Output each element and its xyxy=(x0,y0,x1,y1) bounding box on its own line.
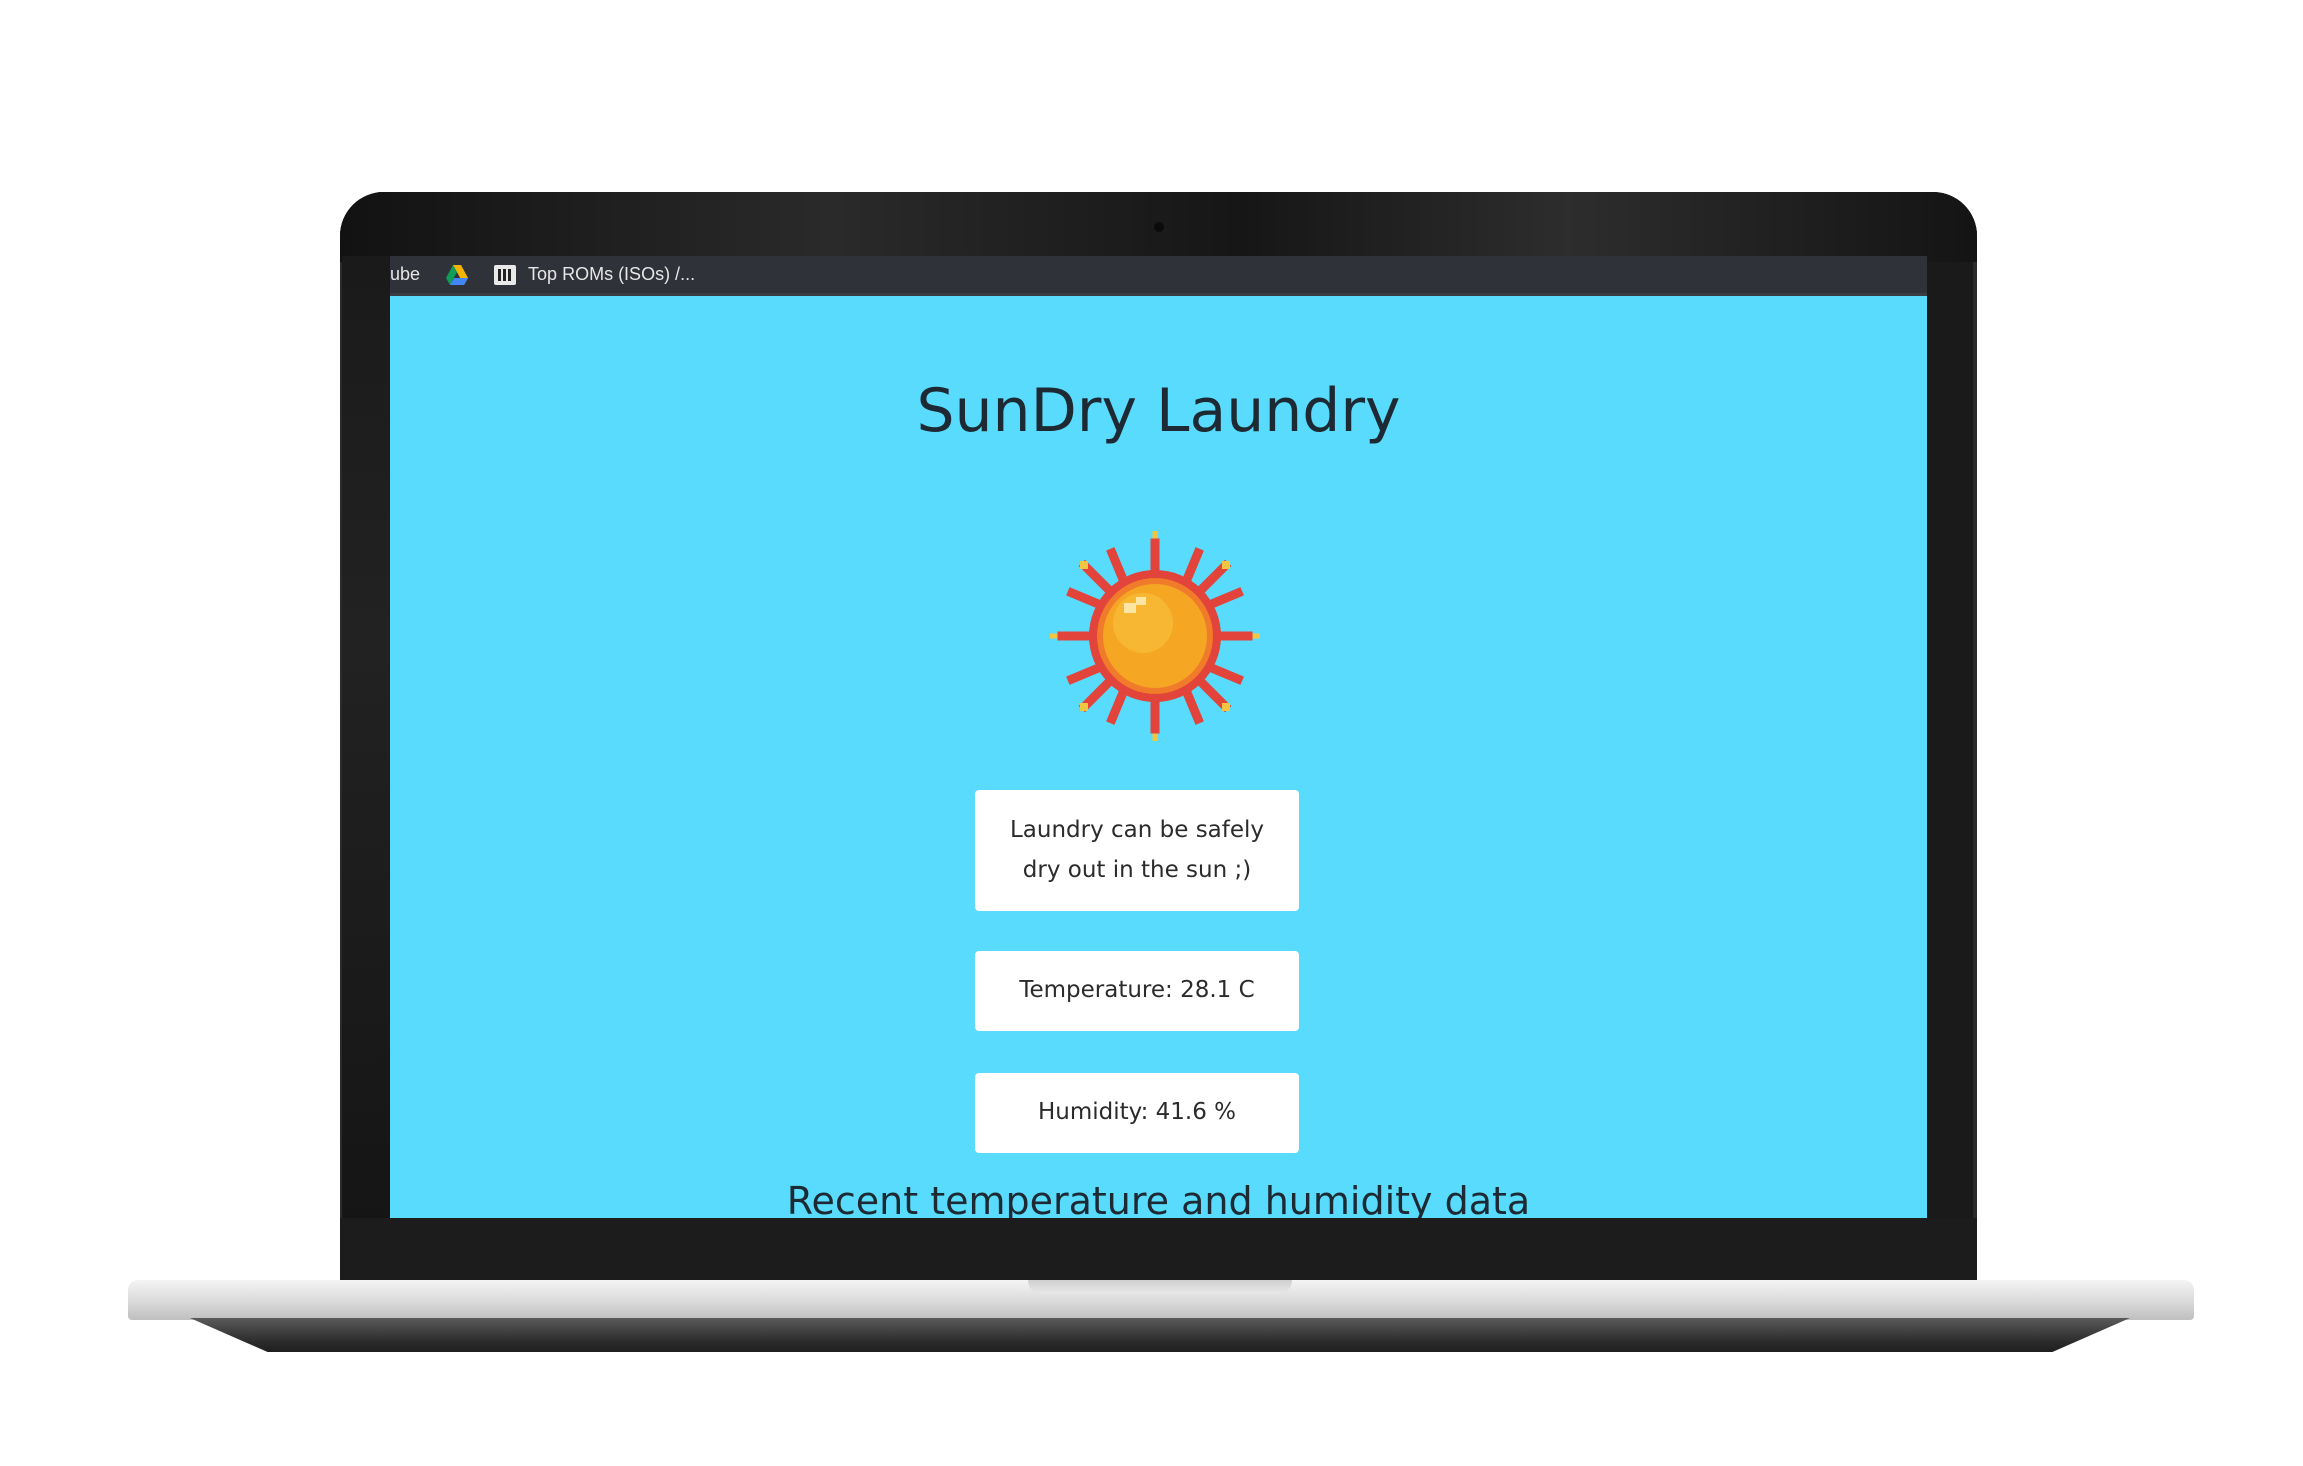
laptop-hinge-notch xyxy=(1028,1280,1292,1294)
page-title: SunDry Laundry xyxy=(916,376,1401,446)
browser-screen: ube Top ROMs (ISOs) /... SunDry Laundry xyxy=(390,256,1927,1218)
bookmarks-bar: ube Top ROMs (ISOs) /... xyxy=(390,256,1927,296)
drying-status-text: Laundry can be safely dry out in the sun… xyxy=(1009,817,1265,883)
webcam-icon xyxy=(1154,222,1164,232)
bookmark-youtube[interactable]: ube xyxy=(390,264,420,285)
bookmark-google-drive[interactable] xyxy=(446,264,469,285)
temperature-value: Temperature: 28.1 C xyxy=(1019,977,1255,1004)
bezel-left xyxy=(342,256,390,1218)
drying-status-card: Laundry can be safely dry out in the sun… xyxy=(975,790,1299,911)
bezel-bottom xyxy=(340,1218,1977,1280)
google-drive-icon xyxy=(446,264,469,285)
laptop-base-underside xyxy=(190,1318,2130,1352)
sun-icon xyxy=(1047,528,1263,744)
roms-site-icon xyxy=(494,264,517,285)
humidity-card: Humidity: 41.6 % xyxy=(975,1073,1299,1153)
bookmark-label: Top ROMs (ISOs) /... xyxy=(528,264,696,284)
temperature-card: Temperature: 28.1 C xyxy=(975,951,1299,1031)
laptop-mockup: ube Top ROMs (ISOs) /... SunDry Laundry xyxy=(0,0,2303,1466)
recent-data-heading: Recent temperature and humidity data xyxy=(786,1179,1531,1218)
bookmark-label: ube xyxy=(390,264,421,284)
bookmark-top-roms[interactable]: Top ROMs (ISOs) /... xyxy=(494,264,695,285)
humidity-value: Humidity: 41.6 % xyxy=(1037,1099,1237,1126)
